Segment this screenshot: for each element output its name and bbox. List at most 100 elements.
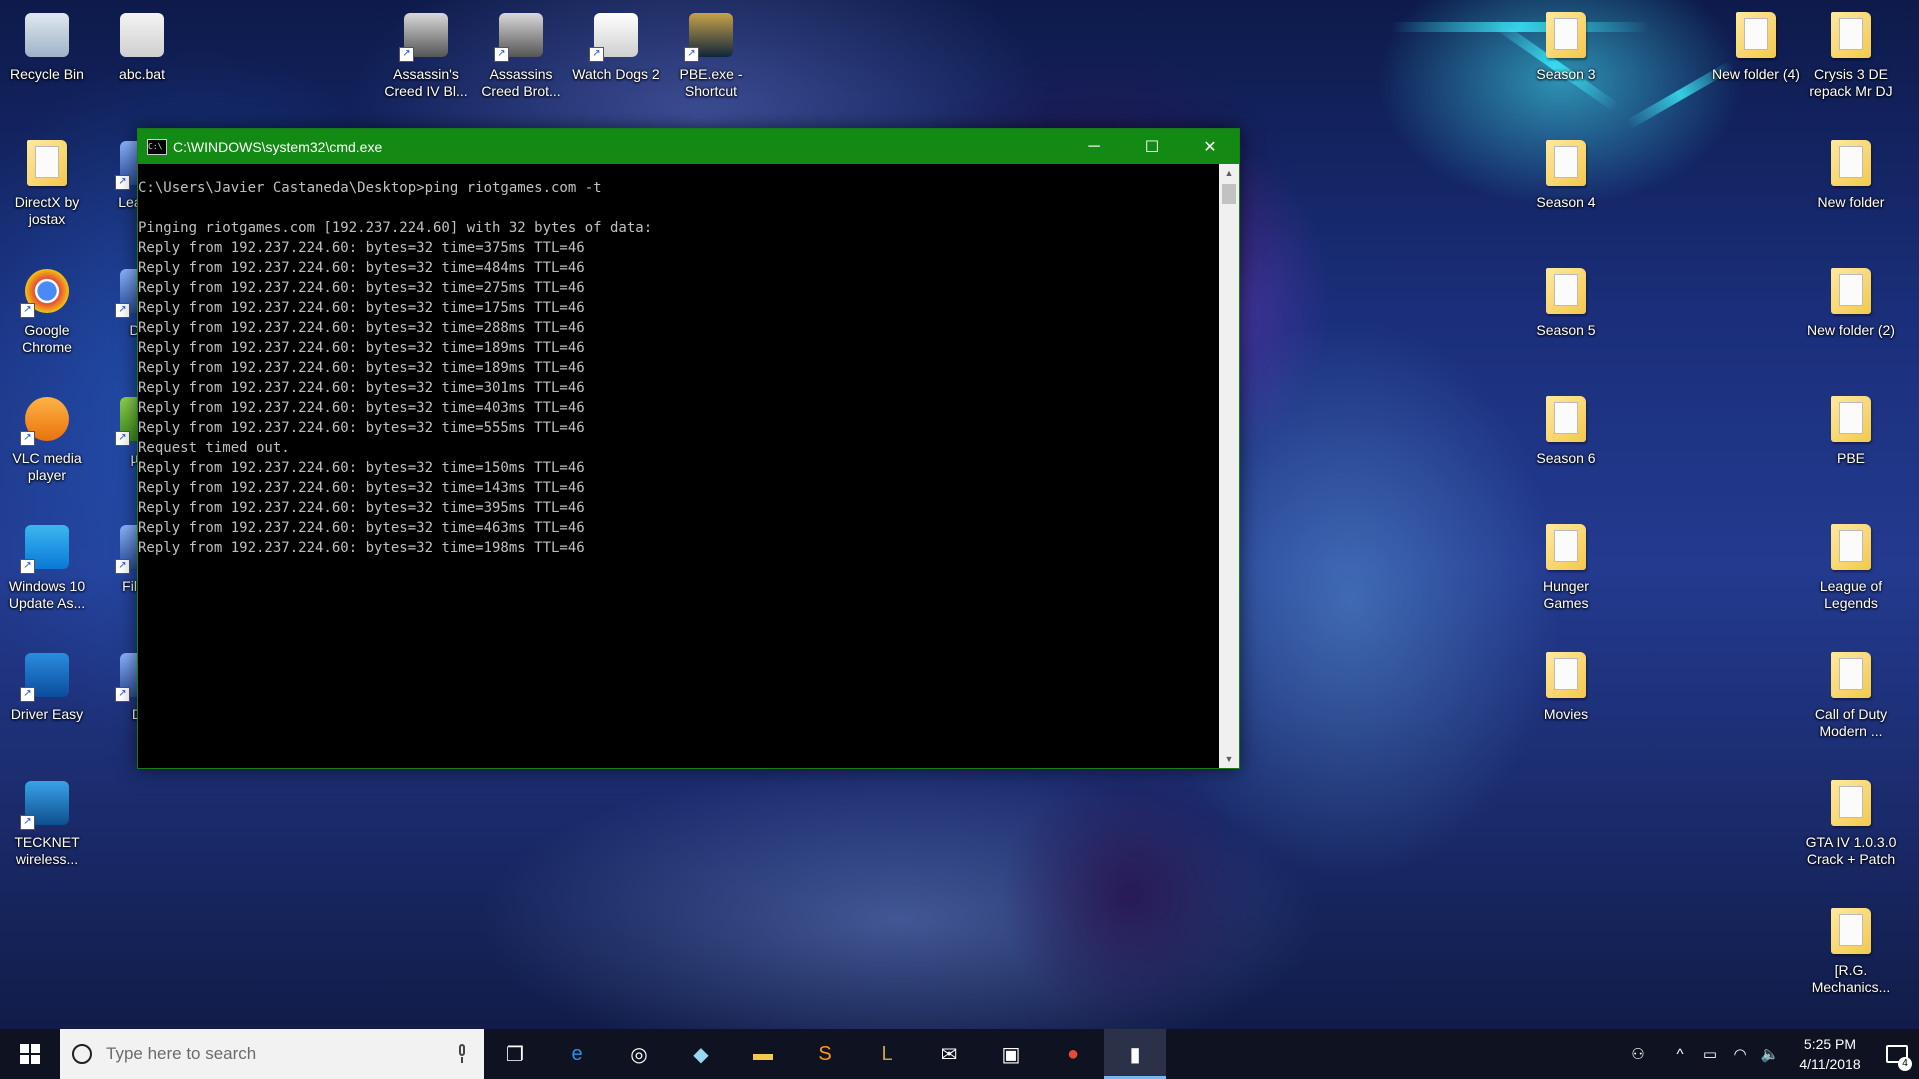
cmd-scrollbar[interactable]: ▲ ▼ [1219, 164, 1239, 768]
folder-icon [1539, 264, 1593, 318]
wifi-icon[interactable]: ◠ [1725, 1045, 1755, 1063]
desktop-icon-label: Google Chrome [22, 322, 72, 355]
taskbar-app-button[interactable]: ▣ [980, 1029, 1042, 1079]
microphone-icon[interactable] [456, 1044, 468, 1064]
groove-music-icon: ◎ [630, 1043, 648, 1066]
desktop-icon[interactable]: League of Legends [1804, 520, 1898, 612]
cmd-console-output[interactable]: C:\Users\Javier Castaneda\Desktop>ping r… [138, 164, 1219, 768]
console-line: Reply from 192.237.224.60: bytes=32 time… [138, 480, 585, 496]
volume-icon[interactable]: 🔈 [1755, 1045, 1785, 1063]
desktop-icon[interactable]: ↗ Driver Easy [0, 648, 94, 723]
desktop-icon[interactable]: Movies [1519, 648, 1613, 723]
folder-icon [1824, 776, 1878, 830]
clock[interactable]: 5:25 PM 4/11/2018 [1785, 1034, 1875, 1074]
action-center-button[interactable]: 4 [1875, 1029, 1919, 1079]
windows-logo-icon: ↗ [20, 520, 74, 574]
desktop-icon[interactable]: ↗ Watch Dogs 2 [569, 8, 663, 83]
desktop-icon-label: abc.bat [119, 66, 165, 82]
folder-icon [1539, 392, 1593, 446]
taskbar-app-button[interactable]: ◆ [670, 1029, 732, 1079]
desktop-icon[interactable]: ↗ PBE.exe - Shortcut [664, 8, 758, 100]
scrollbar-thumb[interactable] [1222, 184, 1236, 204]
console-line: Reply from 192.237.224.60: bytes=32 time… [138, 280, 585, 296]
console-line: Reply from 192.237.224.60: bytes=32 time… [138, 500, 585, 516]
desktop-icon[interactable]: GTA IV 1.0.3.0 Crack + Patch [1804, 776, 1898, 868]
desktop-icon[interactable]: New folder [1804, 136, 1898, 211]
taskbar-app-button[interactable]: ❐ [484, 1029, 546, 1079]
desktop-icon-label: New folder (2) [1807, 322, 1895, 338]
desktop-icon[interactable]: Season 6 [1519, 392, 1613, 467]
desktop-icon[interactable]: ↗ VLC media player [0, 392, 94, 484]
notification-count-badge: 4 [1898, 1057, 1912, 1071]
battery-icon[interactable]: ▭ [1695, 1045, 1725, 1063]
taskbar-app-button[interactable]: ▬ [732, 1029, 794, 1079]
console-line: Request timed out. [138, 440, 290, 456]
shortcut-arrow-icon: ↗ [399, 47, 414, 62]
desktop-icon[interactable]: New folder (4) [1709, 8, 1803, 83]
cmd-window-icon: C:\ [147, 138, 167, 155]
taskbar-app-button[interactable]: ✉ [918, 1029, 980, 1079]
taskbar-app-button[interactable]: ● [1042, 1029, 1104, 1079]
show-hidden-icons-chevron-icon[interactable]: ^ [1665, 1046, 1695, 1063]
league-of-legends-icon: L [881, 1042, 893, 1065]
desktop-icon[interactable]: [R.G. Mechanics... [1804, 904, 1898, 996]
folder-icon [1824, 8, 1878, 62]
desktop-icon-label: Assassins Creed Brot... [481, 66, 561, 99]
desktop-icon-label: Season 5 [1536, 322, 1596, 338]
console-line: Reply from 192.237.224.60: bytes=32 time… [138, 460, 585, 476]
desktop-icon-label: TECKNET wireless... [14, 834, 80, 867]
file-explorer-icon: ▬ [753, 1042, 773, 1065]
desktop-icon-label: Recycle Bin [10, 66, 84, 82]
system-tray: ⚇ ^ ▭ ◠ 🔈 5:25 PM 4/11/2018 4 [1623, 1029, 1919, 1079]
shortcut-arrow-icon: ↗ [589, 47, 604, 62]
taskbar-app-button[interactable]: e [546, 1029, 608, 1079]
desktop-icon[interactable]: Recycle Bin [0, 8, 94, 83]
taskbar-app-button[interactable]: L [856, 1029, 918, 1079]
scroll-up-arrow-icon[interactable]: ▲ [1219, 164, 1239, 182]
scroll-down-arrow-icon[interactable]: ▼ [1219, 750, 1239, 768]
desktop-icon[interactable]: ↗ Google Chrome [0, 264, 94, 356]
start-button[interactable] [0, 1029, 60, 1079]
cmd-window[interactable]: C:\ C:\WINDOWS\system32\cmd.exe ─ ☐ ✕ C:… [137, 128, 1240, 769]
maximize-button[interactable]: ☐ [1123, 129, 1181, 164]
assassins-creed-icon: ↗ [399, 8, 453, 62]
taskbar-app-button[interactable]: ◎ [608, 1029, 670, 1079]
desktop-icon-label: GTA IV 1.0.3.0 Crack + Patch [1805, 834, 1897, 867]
taskbar-search-box[interactable]: Type here to search [60, 1029, 484, 1079]
desktop-icon[interactable]: Season 4 [1519, 136, 1613, 211]
desktop-icon[interactable]: ↗ Windows 10 Update As... [0, 520, 94, 612]
desktop-icon[interactable]: ↗ TECKNET wireless... [0, 776, 94, 868]
console-line: Reply from 192.237.224.60: bytes=32 time… [138, 240, 585, 256]
desktop-icon[interactable]: PBE [1804, 392, 1898, 467]
desktop-icon[interactable]: abc.bat [95, 8, 189, 83]
edge-icon: e [571, 1042, 583, 1065]
batch-file-icon [115, 8, 169, 62]
folder-icon [1729, 8, 1783, 62]
desktop-icon[interactable]: DirectX by jostax [0, 136, 94, 228]
desktop-icon[interactable]: Hunger Games [1519, 520, 1613, 612]
clock-time: 5:25 PM [1803, 1036, 1857, 1052]
tecknet-icon: ↗ [20, 776, 74, 830]
minimize-button[interactable]: ─ [1065, 129, 1123, 164]
taskbar-app-button[interactable]: ▮ [1104, 1029, 1166, 1079]
desktop-icon-label: VLC media player [12, 450, 82, 483]
vlc-icon: ↗ [20, 392, 74, 446]
desktop-icon-label: [R.G. Mechanics... [1811, 962, 1891, 995]
desktop-icon[interactable]: Season 5 [1519, 264, 1613, 339]
mail-icon: ✉ [940, 1043, 958, 1066]
desktop-icon[interactable]: Call of Duty Modern ... [1804, 648, 1898, 740]
shortcut-arrow-icon: ↗ [115, 175, 130, 190]
taskbar-app-button[interactable]: S [794, 1029, 856, 1079]
desktop-icon[interactable]: ↗ Assassin's Creed IV Bl... [379, 8, 473, 100]
desktop-icon[interactable]: ↗ Assassins Creed Brot... [474, 8, 568, 100]
cmd-title-bar[interactable]: C:\ C:\WINDOWS\system32\cmd.exe ─ ☐ ✕ [138, 129, 1239, 164]
close-button[interactable]: ✕ [1181, 129, 1239, 164]
desktop-icon[interactable]: Season 3 [1519, 8, 1613, 83]
people-icon[interactable]: ⚇ [1623, 1045, 1653, 1063]
shortcut-arrow-icon: ↗ [115, 559, 130, 574]
shortcut-arrow-icon: ↗ [115, 687, 130, 702]
shortcut-arrow-icon: ↗ [20, 687, 35, 702]
desktop-icon[interactable]: New folder (2) [1804, 264, 1898, 339]
cortana-icon [72, 1044, 92, 1064]
desktop-icon[interactable]: Crysis 3 DE repack Mr DJ [1804, 8, 1898, 100]
